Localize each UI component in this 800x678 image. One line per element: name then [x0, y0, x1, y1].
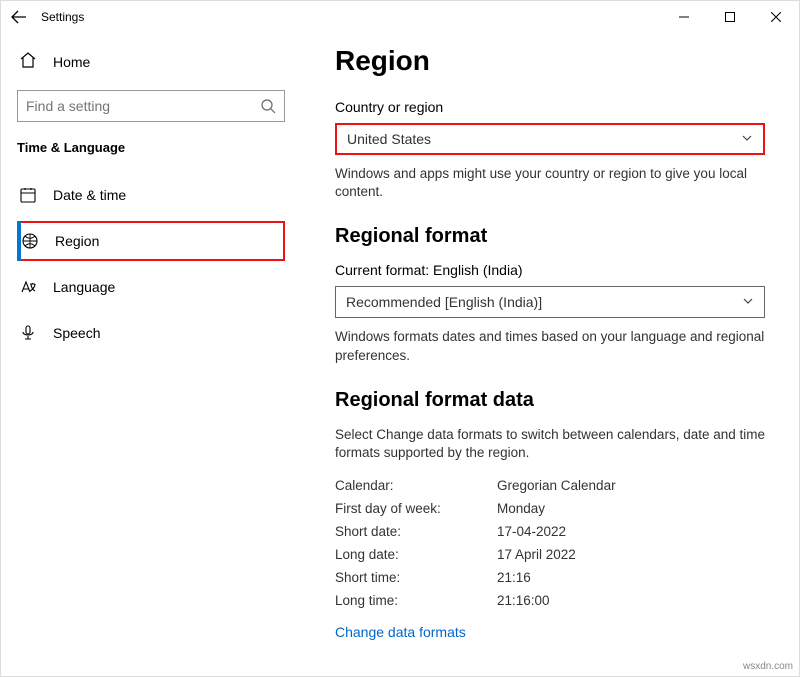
format-row: Long date:17 April 2022: [335, 543, 765, 566]
row-value: 17 April 2022: [497, 547, 576, 562]
change-data-formats-link[interactable]: Change data formats: [335, 624, 466, 640]
main-content: Region Country or region United States W…: [301, 33, 799, 678]
maximize-button[interactable]: [707, 1, 753, 33]
sidebar-item-date-time[interactable]: Date & time: [17, 175, 285, 215]
sidebar-item-label: Date & time: [53, 187, 126, 203]
country-note: Windows and apps might use your country …: [335, 165, 765, 201]
row-value: 21:16:00: [497, 593, 550, 608]
sidebar-item-label: Speech: [53, 325, 100, 341]
row-label: Long date:: [335, 547, 497, 562]
sidebar-item-language[interactable]: Language: [17, 267, 285, 307]
row-value: Monday: [497, 501, 545, 516]
sidebar-item-region[interactable]: Region: [17, 221, 285, 261]
sidebar-item-speech[interactable]: Speech: [17, 313, 285, 353]
row-label: First day of week:: [335, 501, 497, 516]
sidebar: Home Time & Language Date & time Region: [1, 33, 301, 678]
country-value: United States: [347, 131, 431, 147]
category-heading: Time & Language: [17, 140, 285, 155]
back-button[interactable]: [7, 5, 31, 29]
page-title: Region: [335, 45, 765, 77]
language-icon: [19, 278, 37, 296]
chevron-down-icon: [741, 131, 753, 147]
format-row: Long time:21:16:00: [335, 589, 765, 612]
sidebar-item-label: Region: [55, 233, 99, 249]
format-row: First day of week:Monday: [335, 497, 765, 520]
arrow-left-icon: [11, 9, 27, 25]
format-row: Short date:17-04-2022: [335, 520, 765, 543]
search-input[interactable]: [26, 98, 260, 114]
maximize-icon: [725, 12, 735, 22]
minimize-button[interactable]: [661, 1, 707, 33]
current-format-label: Current format: English (India): [335, 262, 765, 278]
rfd-note: Select Change data formats to switch bet…: [335, 426, 765, 462]
titlebar: Settings: [1, 1, 799, 33]
regional-format-heading: Regional format: [335, 225, 765, 248]
country-label: Country or region: [335, 99, 765, 115]
row-value: 21:16: [497, 570, 531, 585]
chevron-down-icon: [742, 294, 754, 310]
minimize-icon: [679, 12, 689, 22]
search-box[interactable]: [17, 90, 285, 122]
selection-accent: [17, 221, 21, 261]
search-icon: [260, 98, 276, 114]
row-label: Calendar:: [335, 478, 497, 493]
row-label: Short time:: [335, 570, 497, 585]
regional-format-data-heading: Regional format data: [335, 389, 765, 412]
country-dropdown[interactable]: United States: [335, 123, 765, 155]
row-label: Short date:: [335, 524, 497, 539]
home-icon: [19, 51, 37, 72]
format-note: Windows formats dates and times based on…: [335, 328, 765, 364]
format-dropdown[interactable]: Recommended [English (India)]: [335, 286, 765, 318]
row-label: Long time:: [335, 593, 497, 608]
format-row: Short time:21:16: [335, 566, 765, 589]
close-button[interactable]: [753, 1, 799, 33]
window-title: Settings: [41, 10, 84, 24]
row-value: 17-04-2022: [497, 524, 566, 539]
globe-icon: [21, 232, 39, 250]
microphone-icon: [19, 324, 37, 342]
clock-icon: [19, 186, 37, 204]
format-row: Calendar:Gregorian Calendar: [335, 474, 765, 497]
sidebar-item-label: Language: [53, 279, 115, 295]
row-value: Gregorian Calendar: [497, 478, 616, 493]
home-label: Home: [53, 54, 90, 70]
format-value: Recommended [English (India)]: [346, 294, 542, 310]
home-nav[interactable]: Home: [17, 43, 285, 90]
close-icon: [771, 12, 781, 22]
watermark: wsxdn.com: [743, 661, 793, 672]
